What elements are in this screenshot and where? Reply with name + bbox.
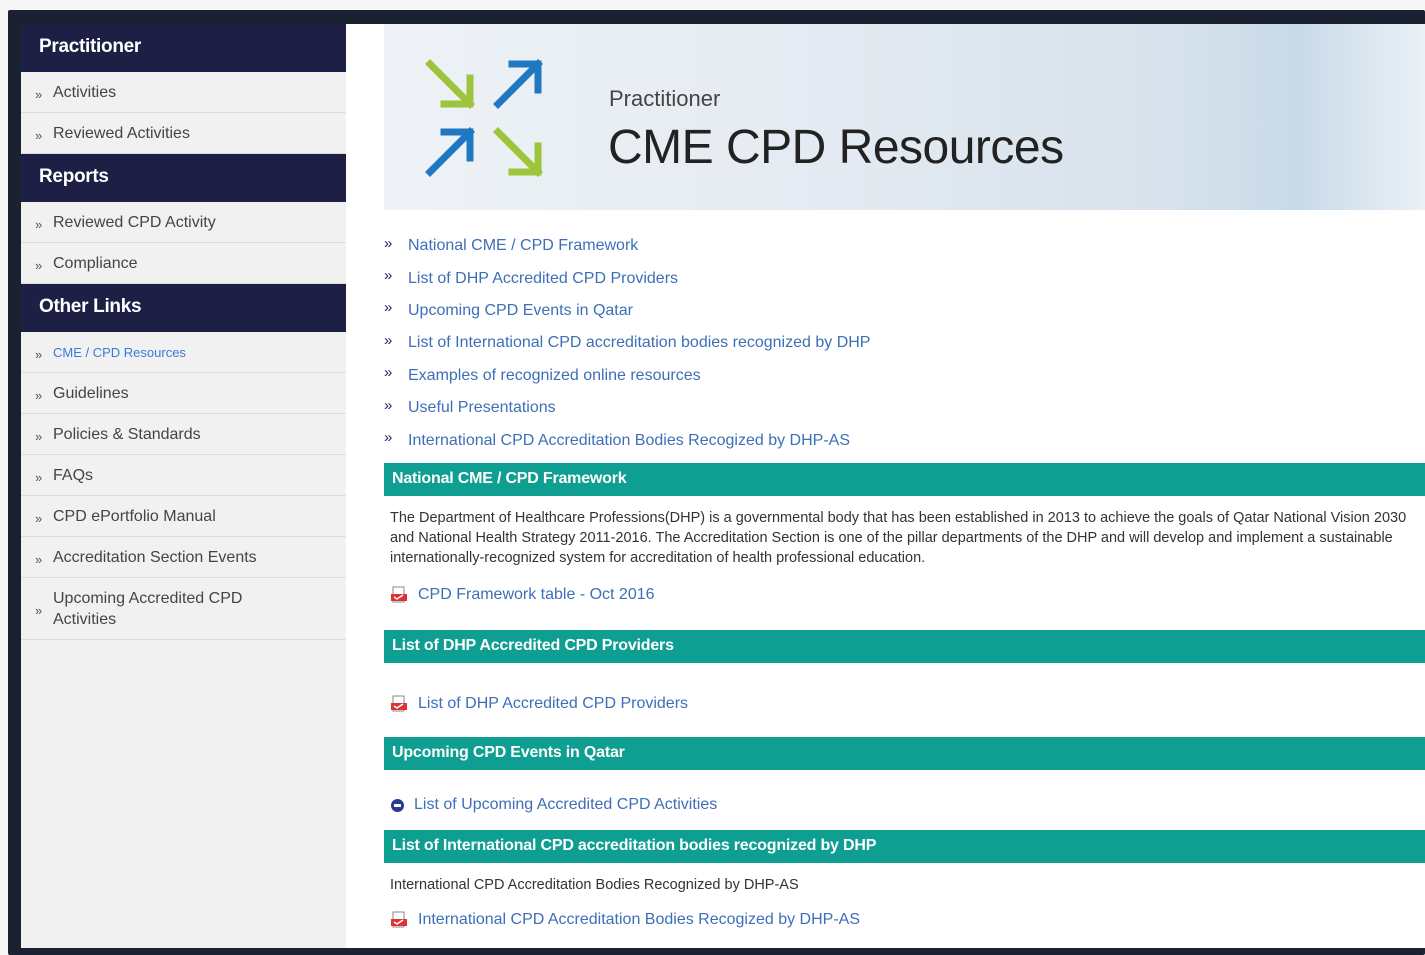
pdf-file-icon bbox=[390, 911, 408, 929]
sidebar-item-label: Policies & Standards bbox=[53, 425, 201, 443]
page-banner: Practitioner CME CPD Resources bbox=[384, 24, 1425, 210]
section-dhp-providers: List of DHP Accredited CPD Providers Lis… bbox=[384, 630, 1425, 713]
sidebar-header-other-links: Other Links bbox=[21, 284, 346, 332]
quick-link-international-bodies[interactable]: » List of International CPD accreditatio… bbox=[384, 327, 1424, 359]
quick-link-national-framework[interactable]: » National CME / CPD Framework bbox=[384, 230, 1424, 262]
sidebar-item-label: Reviewed CPD Activity bbox=[53, 213, 216, 231]
pdf-file-icon bbox=[390, 586, 408, 604]
quick-link-dhp-providers[interactable]: » List of DHP Accredited CPD Providers bbox=[384, 262, 1424, 294]
file-link-dhp-providers[interactable]: List of DHP Accredited CPD Providers bbox=[390, 695, 1425, 713]
page-subtitle: Practitioner bbox=[609, 86, 721, 111]
chevron-right-icon: » bbox=[35, 510, 43, 526]
sidebar-item-compliance[interactable]: » Compliance bbox=[21, 243, 346, 284]
chevron-right-icon: » bbox=[35, 603, 43, 618]
quick-link-label: Examples of recognized online resources bbox=[408, 366, 701, 384]
chevron-right-icon: » bbox=[35, 346, 43, 362]
sidebar-item-label: FAQs bbox=[53, 466, 94, 484]
section-description: The Department of Healthcare Professions… bbox=[390, 510, 1407, 566]
sidebar-item-label: Guidelines bbox=[53, 384, 129, 402]
chevron-right-icon: » bbox=[35, 469, 43, 485]
chevron-right-icon: » bbox=[35, 257, 43, 273]
sidebar-header-reports: Reports bbox=[21, 154, 346, 202]
page-title: CME CPD Resources bbox=[608, 121, 1064, 174]
quick-link-useful-presentations[interactable]: » Useful Presentations bbox=[384, 392, 1424, 424]
quick-link-dhp-as-bodies[interactable]: » International CPD Accreditation Bodies… bbox=[384, 424, 1424, 456]
section-international-bodies: List of International CPD accreditation … bbox=[384, 830, 1425, 929]
sidebar-item-label: CPD ePortfolio Manual bbox=[53, 507, 216, 525]
quick-link-label: Upcoming CPD Events in Qatar bbox=[408, 301, 633, 319]
file-link-label: List of DHP Accredited CPD Providers bbox=[418, 695, 689, 712]
sidebar-item-guidelines[interactable]: » Guidelines bbox=[21, 373, 346, 414]
section-national-framework: National CME / CPD Framework The Departm… bbox=[384, 463, 1425, 604]
sidebar-item-reviewed-activities[interactable]: » Reviewed Activities bbox=[21, 113, 346, 154]
sidebar-item-cpd-eportfolio-manual[interactable]: » CPD ePortfolio Manual bbox=[21, 496, 346, 537]
sidebar-header-practitioner: Practitioner bbox=[21, 24, 346, 72]
sidebar-item-reviewed-cpd-activity[interactable]: » Reviewed CPD Activity bbox=[21, 202, 346, 243]
chevron-right-icon: » bbox=[35, 216, 43, 232]
main-content: Practitioner CME CPD Resources » Nationa… bbox=[346, 24, 1425, 948]
section-heading: List of International CPD accreditation … bbox=[384, 830, 1425, 863]
quick-link-label: List of DHP Accredited CPD Providers bbox=[408, 269, 679, 287]
quick-links-list: » National CME / CPD Framework » List of… bbox=[384, 230, 1424, 457]
section-heading: List of DHP Accredited CPD Providers bbox=[384, 630, 1425, 663]
chevron-right-icon: » bbox=[384, 396, 393, 414]
file-link-label: List of Upcoming Accredited CPD Activiti… bbox=[414, 796, 718, 813]
section-upcoming-events: Upcoming CPD Events in Qatar List of Upc… bbox=[384, 737, 1425, 814]
sidebar-item-faqs[interactable]: » FAQs bbox=[21, 455, 346, 496]
chevron-right-icon: » bbox=[384, 234, 393, 252]
chevron-right-icon: » bbox=[35, 387, 43, 403]
chevron-right-icon: » bbox=[35, 428, 43, 444]
section-heading: Upcoming CPD Events in Qatar bbox=[384, 737, 1425, 770]
chevron-right-icon: » bbox=[384, 364, 393, 382]
sidebar-item-policies-standards[interactable]: » Policies & Standards bbox=[21, 414, 346, 455]
chevron-right-icon: » bbox=[384, 299, 393, 317]
sidebar: Practitioner » Activities » Reviewed Act… bbox=[21, 24, 346, 948]
sidebar-item-label: Compliance bbox=[53, 254, 138, 272]
quick-link-upcoming-events[interactable]: » Upcoming CPD Events in Qatar bbox=[384, 295, 1424, 327]
sidebar-item-label: Reviewed Activities bbox=[53, 124, 190, 142]
sidebar-item-label: Upcoming Accredited CPD Activities bbox=[53, 589, 243, 628]
quick-link-label: Useful Presentations bbox=[408, 399, 556, 417]
section-description: International CPD Accreditation Bodies R… bbox=[390, 877, 799, 893]
quick-link-online-resources[interactable]: » Examples of recognized online resource… bbox=[384, 360, 1424, 392]
chevron-right-icon: » bbox=[384, 331, 393, 349]
sidebar-item-activities[interactable]: » Activities bbox=[21, 72, 346, 113]
file-link-label: CPD Framework table - Oct 2016 bbox=[418, 586, 655, 603]
chevron-right-icon: » bbox=[35, 86, 43, 102]
chevron-right-icon: » bbox=[384, 429, 393, 447]
link-upcoming-accredited-activities[interactable]: List of Upcoming Accredited CPD Activiti… bbox=[391, 796, 1425, 814]
pdf-file-icon bbox=[390, 695, 408, 713]
sidebar-item-label: CME / CPD Resources bbox=[53, 344, 186, 360]
cpd-arrows-logo-icon bbox=[425, 59, 543, 177]
sidebar-item-upcoming-accredited-cpd-activities[interactable]: » Upcoming Accredited CPD Activities bbox=[21, 578, 346, 640]
section-heading: National CME / CPD Framework bbox=[384, 463, 1425, 496]
sidebar-item-label: Accreditation Section Events bbox=[53, 548, 257, 566]
chevron-right-icon: » bbox=[35, 127, 43, 143]
quick-link-label: List of International CPD accreditation … bbox=[408, 334, 871, 352]
file-link-international-bodies[interactable]: International CPD Accreditation Bodies R… bbox=[390, 911, 1425, 929]
chevron-right-icon: » bbox=[384, 267, 393, 285]
sidebar-item-label: Activities bbox=[53, 83, 117, 101]
sidebar-item-accreditation-section-events[interactable]: » Accreditation Section Events bbox=[21, 537, 346, 578]
sidebar-item-cme-cpd-resources[interactable]: » CME / CPD Resources bbox=[21, 332, 346, 373]
file-link-label: International CPD Accreditation Bodies R… bbox=[418, 911, 860, 928]
file-link-cpd-framework-table[interactable]: CPD Framework table - Oct 2016 bbox=[390, 586, 1425, 604]
quick-link-label: National CME / CPD Framework bbox=[408, 237, 639, 255]
minus-circle-icon bbox=[391, 798, 404, 812]
quick-link-label: International CPD Accreditation Bodies R… bbox=[408, 431, 850, 449]
chevron-right-icon: » bbox=[35, 551, 43, 567]
